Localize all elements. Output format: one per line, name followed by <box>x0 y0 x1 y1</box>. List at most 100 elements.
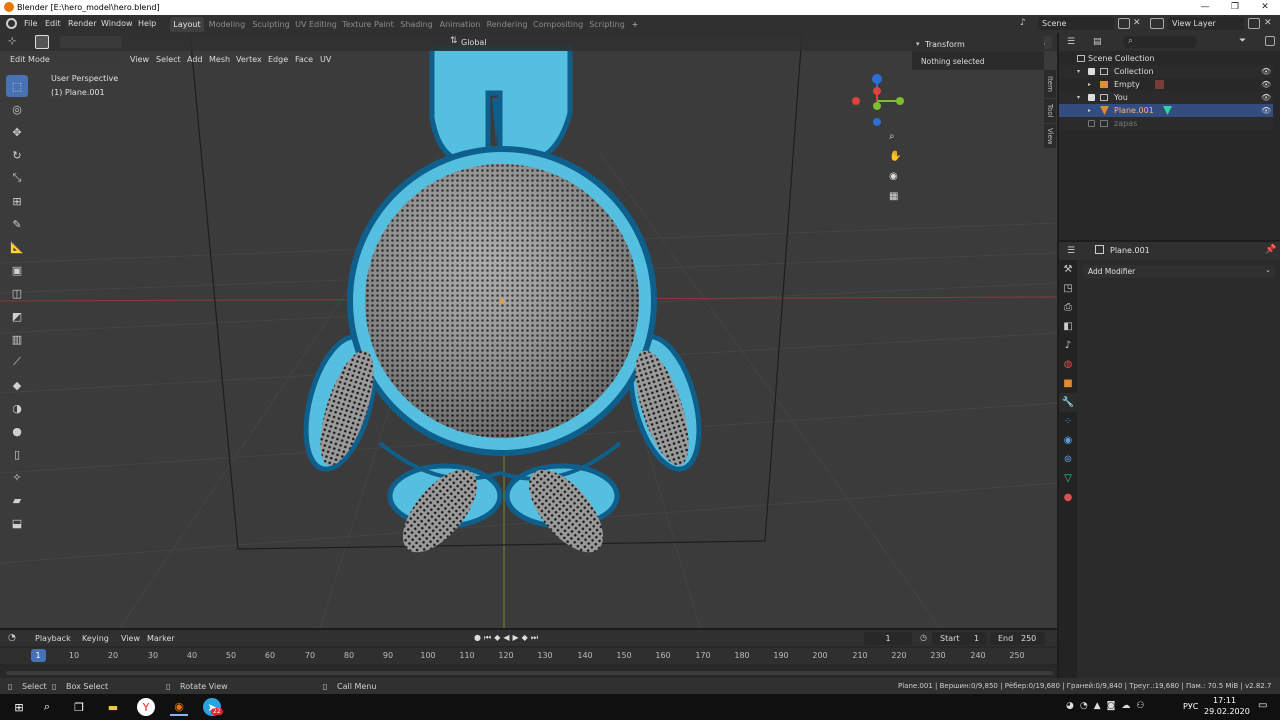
navigation-gizmo[interactable] <box>852 74 904 126</box>
tab-uv-editing[interactable]: UV Editing <box>295 17 337 32</box>
sidebar-tab-tool[interactable]: Tool <box>1044 99 1056 123</box>
tab-scripting[interactable]: Scripting <box>588 17 626 32</box>
checkbox-icon[interactable] <box>1088 68 1095 75</box>
outliner-row-collection[interactable]: ▾ Collection 👁 <box>1059 65 1273 78</box>
notifications-icon[interactable]: ▭ <box>1258 700 1267 711</box>
end-frame-field[interactable]: End 250 <box>990 632 1045 645</box>
tab-sculpting[interactable]: Sculpting <box>251 17 291 32</box>
blender-taskbar-icon[interactable]: ◉ <box>170 698 188 716</box>
select-box-modes[interactable] <box>60 36 122 48</box>
timeline-ruler[interactable]: 1 10 20 30 40 50 60 70 80 90 100 110 120… <box>0 648 1057 664</box>
annotate-tool-icon[interactable]: ✎ <box>6 213 28 235</box>
object-properties-tab-icon[interactable]: ■ <box>1059 374 1077 393</box>
display-mode-icon[interactable]: ▤ <box>1093 37 1102 47</box>
clock-time[interactable]: 17:11 <box>1213 696 1236 705</box>
outliner-row-plane-001[interactable]: ▸ Plane.001 👁 <box>1059 104 1273 117</box>
viewport-menu-uv[interactable]: UV <box>320 55 331 64</box>
physics-tab-icon[interactable]: ◉ <box>1059 431 1077 450</box>
play-reverse-icon[interactable]: ◀ <box>503 633 512 642</box>
move-tool-icon[interactable]: ✥ <box>6 121 28 143</box>
knife-tool-icon[interactable]: ⟋ <box>6 351 28 373</box>
timeline-menu-playback[interactable]: Playback <box>35 634 71 643</box>
extrude-tool-icon[interactable]: ▣ <box>6 259 28 281</box>
record-icon[interactable]: ● <box>474 633 484 642</box>
timeline-menu-keying[interactable]: Keying <box>82 634 109 643</box>
jump-end-icon[interactable]: ⏭ <box>531 633 541 642</box>
visibility-eye-icon[interactable]: 👁 <box>1261 65 1271 78</box>
scene-properties-tab-icon[interactable]: ♪ <box>1059 336 1077 355</box>
sidebar-tab-item[interactable]: Item <box>1044 70 1056 98</box>
tab-animation[interactable]: Animation <box>439 17 481 32</box>
expand-arrow-icon[interactable]: ▾ <box>1077 91 1080 104</box>
tab-layout[interactable]: Layout <box>170 17 204 32</box>
viewport-menu-edge[interactable]: Edge <box>268 55 288 64</box>
outliner-row-zapas[interactable]: zapas <box>1059 117 1273 130</box>
outliner-row-scene-collection[interactable]: Scene Collection <box>1059 52 1273 65</box>
constraints-tab-icon[interactable]: ⊛ <box>1059 450 1077 469</box>
checkbox-icon[interactable] <box>1088 120 1095 127</box>
expand-arrow-icon[interactable]: ▾ <box>1077 65 1080 78</box>
select-mode-icon[interactable] <box>35 35 49 49</box>
maximize-button[interactable]: ❐ <box>1220 0 1250 15</box>
poly-build-tool-icon[interactable]: ◆ <box>6 374 28 396</box>
tab-compositing[interactable]: Compositing <box>533 17 583 32</box>
add-workspace-button[interactable]: + <box>629 17 641 32</box>
tab-rendering[interactable]: Rendering <box>486 17 528 32</box>
outliner-row-you[interactable]: ▾ You 👁 <box>1059 91 1273 104</box>
menu-file[interactable]: File <box>24 19 37 28</box>
clock-icon[interactable]: ◷ <box>920 633 927 642</box>
menu-window[interactable]: Window <box>101 19 133 28</box>
visibility-eye-icon[interactable]: 👁 <box>1261 104 1271 117</box>
system-tray-icons[interactable]: ◕◔▲◙☁⚇ <box>1066 701 1166 713</box>
close-button[interactable]: ✕ <box>1250 0 1280 15</box>
material-tab-icon[interactable]: ● <box>1059 488 1077 507</box>
viewport-menu-add[interactable]: Add <box>187 55 203 64</box>
visibility-eye-icon[interactable]: 👁 <box>1261 78 1271 91</box>
new-scene-icon[interactable] <box>1118 18 1130 29</box>
select-element-mode[interactable] <box>83 54 121 65</box>
shrink-tool-icon[interactable]: ✧ <box>6 466 28 488</box>
remove-scene-icon[interactable]: ✕ <box>1133 18 1141 28</box>
prev-keyframe-icon[interactable]: ◆ <box>494 633 503 642</box>
viewport-menu-face[interactable]: Face <box>295 55 313 64</box>
transform-panel-header[interactable]: ▾ Transform <box>912 36 1044 52</box>
timeline-editor-icon[interactable]: ◔ <box>8 633 16 643</box>
new-view-layer-icon[interactable] <box>1248 18 1260 29</box>
checkbox-icon[interactable] <box>1088 94 1095 101</box>
taskbar-search-icon[interactable]: ⌕ <box>38 698 56 716</box>
tab-shading[interactable]: Shading <box>399 17 434 32</box>
transform-tool-icon[interactable]: ⊞ <box>6 190 28 212</box>
mode-selector[interactable]: Edit Mode <box>6 53 78 66</box>
camera-icon[interactable]: ◉ <box>889 171 898 182</box>
mesh-data-tab-icon[interactable]: ▽ <box>1059 469 1077 488</box>
outliner-search-input[interactable]: ⌕ <box>1123 36 1197 48</box>
view-layer-selector[interactable]: View Layer <box>1168 17 1244 30</box>
timeline-menu-marker[interactable]: Marker <box>147 634 175 643</box>
visibility-eye-icon[interactable]: 👁 <box>1261 91 1271 104</box>
viewport-menu-select[interactable]: Select <box>156 55 181 64</box>
language-indicator[interactable]: РУС <box>1183 702 1198 711</box>
rip-tool-icon[interactable]: ⬓ <box>6 512 28 534</box>
rotate-tool-icon[interactable]: ↻ <box>6 144 28 166</box>
scale-tool-icon[interactable]: ⤡ <box>6 167 28 189</box>
menu-help[interactable]: Help <box>138 19 156 28</box>
viewport-menu-vertex[interactable]: Vertex <box>236 55 262 64</box>
world-properties-tab-icon[interactable]: ◍ <box>1059 355 1077 374</box>
edge-slide-tool-icon[interactable]: ▯ <box>6 443 28 465</box>
editor-type-icon[interactable]: ⊹ <box>8 36 16 47</box>
3d-viewport[interactable]: ⊹ ⇅ Global XYZ Options Edit Mode View Se… <box>0 33 1057 628</box>
smooth-tool-icon[interactable]: ● <box>6 420 28 442</box>
filter-icon[interactable]: ⏷ <box>1239 36 1246 46</box>
tab-texture-paint[interactable]: Texture Paint <box>342 17 394 32</box>
render-properties-tab-icon[interactable]: ◳ <box>1059 279 1077 298</box>
spin-tool-icon[interactable]: ◑ <box>6 397 28 419</box>
properties-editor-icon[interactable]: ☰ <box>1067 246 1075 256</box>
play-icon[interactable]: ▶ <box>513 633 522 642</box>
zoom-icon[interactable]: ⌕ <box>889 131 895 142</box>
new-collection-icon[interactable] <box>1265 36 1275 46</box>
tab-modeling[interactable]: Modeling <box>207 17 247 32</box>
viewport-menu-view[interactable]: View <box>130 55 149 64</box>
blender-menu-icon[interactable] <box>6 18 17 29</box>
transform-orientation[interactable]: Global <box>461 38 487 47</box>
sidebar-tab-view[interactable]: View <box>1044 124 1056 148</box>
